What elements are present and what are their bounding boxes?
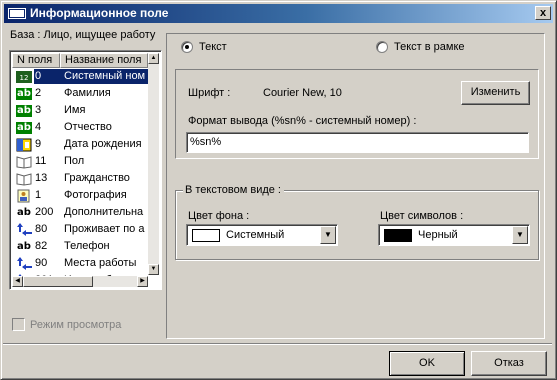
list-header: N поля Название поля xyxy=(12,53,148,68)
column-header-n[interactable]: N поля xyxy=(12,53,60,68)
window-title: Информационное поле xyxy=(30,6,169,20)
list-item-name: Отчество xyxy=(64,121,112,133)
list-item-number: 82 xyxy=(35,240,48,252)
list-item-number: 11 xyxy=(35,155,47,167)
scroll-up-button[interactable]: ▲ xyxy=(148,53,159,64)
list-item-name: Гражданство xyxy=(64,172,130,184)
list-item[interactable]: 11 Пол xyxy=(12,153,148,170)
list-item[interactable]: 12 0 Системный ном xyxy=(12,68,148,85)
text-field-black-icon: ab xyxy=(16,206,32,219)
link-field-icon xyxy=(14,256,34,271)
text-field-icon: ab xyxy=(16,87,32,100)
list-item-name: Фотография xyxy=(64,189,127,201)
scroll-left-button[interactable]: ◀ xyxy=(12,276,23,287)
list-item-name: Места работы xyxy=(64,257,137,269)
list-item-name: Дополнительна xyxy=(64,206,144,218)
format-input[interactable]: %sn% xyxy=(186,132,529,153)
link-field-icon xyxy=(14,222,34,237)
horizontal-scroll-thumb[interactable] xyxy=(23,276,93,287)
window-icon xyxy=(8,8,26,19)
list-item[interactable]: ab 3 Имя xyxy=(12,102,148,119)
radio-framed-label: Текст в рамке xyxy=(394,41,465,53)
fg-color-label: Цвет символов : xyxy=(380,210,464,222)
footer-separator xyxy=(3,343,552,345)
list-item-name: Пол xyxy=(64,155,85,167)
fields-listbox[interactable]: N поля Название поля 12 0 Системный ном ab 2… xyxy=(9,50,162,290)
list-item-number: 3 xyxy=(35,104,42,116)
chevron-down-icon[interactable]: ▼ xyxy=(512,226,528,244)
base-label: База : Лицо, ищущее работу xyxy=(10,29,156,41)
fg-color-select[interactable]: Черный ▼ xyxy=(378,224,530,246)
list-item[interactable]: 13 Гражданство xyxy=(12,170,148,187)
dictionary-field-icon xyxy=(14,154,34,169)
list-item[interactable]: ab 200 Дополнительна xyxy=(12,204,148,221)
list-item-name: Телефон xyxy=(64,240,110,252)
close-button[interactable]: x xyxy=(535,6,551,20)
radio-text[interactable]: Текст xyxy=(181,41,227,53)
change-font-button[interactable]: Изменить xyxy=(461,81,530,105)
svg-text:12: 12 xyxy=(20,74,29,82)
radio-text-dot[interactable] xyxy=(181,41,193,53)
radio-text-label: Текст xyxy=(199,41,227,53)
list-item-name: Дата рождения xyxy=(64,138,142,150)
list-item-number: 1 xyxy=(35,189,42,201)
text-view-group-caption: В текстовом виде : xyxy=(183,184,284,196)
list-item[interactable]: ab 82 Телефон xyxy=(12,238,148,255)
cancel-button[interactable]: Отказ xyxy=(471,351,547,376)
list-item[interactable]: ab 4 Отчество xyxy=(12,119,148,136)
list-item-number: 200 xyxy=(35,206,54,218)
list-item-name: Проживает по а xyxy=(64,223,145,235)
text-field-icon: ab xyxy=(16,121,32,134)
view-mode-checkbox-box[interactable] xyxy=(12,318,25,331)
date-field-icon xyxy=(14,137,34,152)
bg-color-swatch xyxy=(192,229,220,242)
column-header-name[interactable]: Название поля xyxy=(60,53,148,68)
fg-color-value: Черный xyxy=(418,229,458,241)
bg-color-label: Цвет фона : xyxy=(188,210,250,222)
radio-framed-text[interactable]: Текст в рамке xyxy=(376,41,465,53)
photo-field-icon xyxy=(14,188,34,203)
font-label: Шрифт : xyxy=(188,87,231,99)
list-item[interactable]: 1 Фотография xyxy=(12,187,148,204)
system-number-icon: 12 xyxy=(14,69,34,84)
list-item-name: Имя xyxy=(64,104,86,116)
list-item-name: Системный ном xyxy=(62,69,148,84)
list-rows: 12 0 Системный ном ab 2 Фамилия ab 3 Имя ab 4 Отчес… xyxy=(12,68,148,289)
view-mode-checkbox[interactable]: Режим просмотра xyxy=(12,318,121,331)
list-item[interactable]: 80 Проживает по а xyxy=(12,221,148,238)
vertical-scrollbar[interactable]: ▲ ▼ xyxy=(148,53,159,275)
list-item-name: Фамилия xyxy=(64,87,111,99)
dictionary-field-icon xyxy=(14,171,34,186)
list-item[interactable]: 90 Места работы xyxy=(12,255,148,272)
format-label: Формат вывода (%sn% - системный номер) : xyxy=(188,115,417,127)
view-mode-label: Режим просмотра xyxy=(30,318,122,331)
list-item-number: 90 xyxy=(35,257,48,269)
title-bar[interactable]: Информационное поле x xyxy=(4,4,553,23)
text-field-icon: ab xyxy=(16,104,32,117)
horizontal-scrollbar[interactable]: ◀ ▶ xyxy=(12,276,148,287)
list-item-number: 80 xyxy=(35,223,48,235)
list-item-number: 4 xyxy=(35,121,42,133)
bg-color-select[interactable]: Системный ▼ xyxy=(186,224,338,246)
list-item[interactable]: ab 2 Фамилия xyxy=(12,85,148,102)
list-item-number: 9 xyxy=(35,138,42,150)
bg-color-value: Системный xyxy=(226,229,285,241)
radio-framed-dot[interactable] xyxy=(376,41,388,53)
list-item-number: 0 xyxy=(34,69,62,84)
scroll-right-button[interactable]: ▶ xyxy=(137,276,148,287)
chevron-down-icon[interactable]: ▼ xyxy=(320,226,336,244)
font-value: Courier New, 10 xyxy=(263,87,342,99)
text-field-black-icon: ab xyxy=(16,240,32,253)
ok-button[interactable]: OK xyxy=(389,351,465,376)
fg-color-swatch xyxy=(384,229,412,242)
list-item-number: 13 xyxy=(35,172,48,184)
list-item-number: 2 xyxy=(35,87,42,99)
scroll-down-button[interactable]: ▼ xyxy=(148,264,159,275)
list-item[interactable]: 9 Дата рождения xyxy=(12,136,148,153)
